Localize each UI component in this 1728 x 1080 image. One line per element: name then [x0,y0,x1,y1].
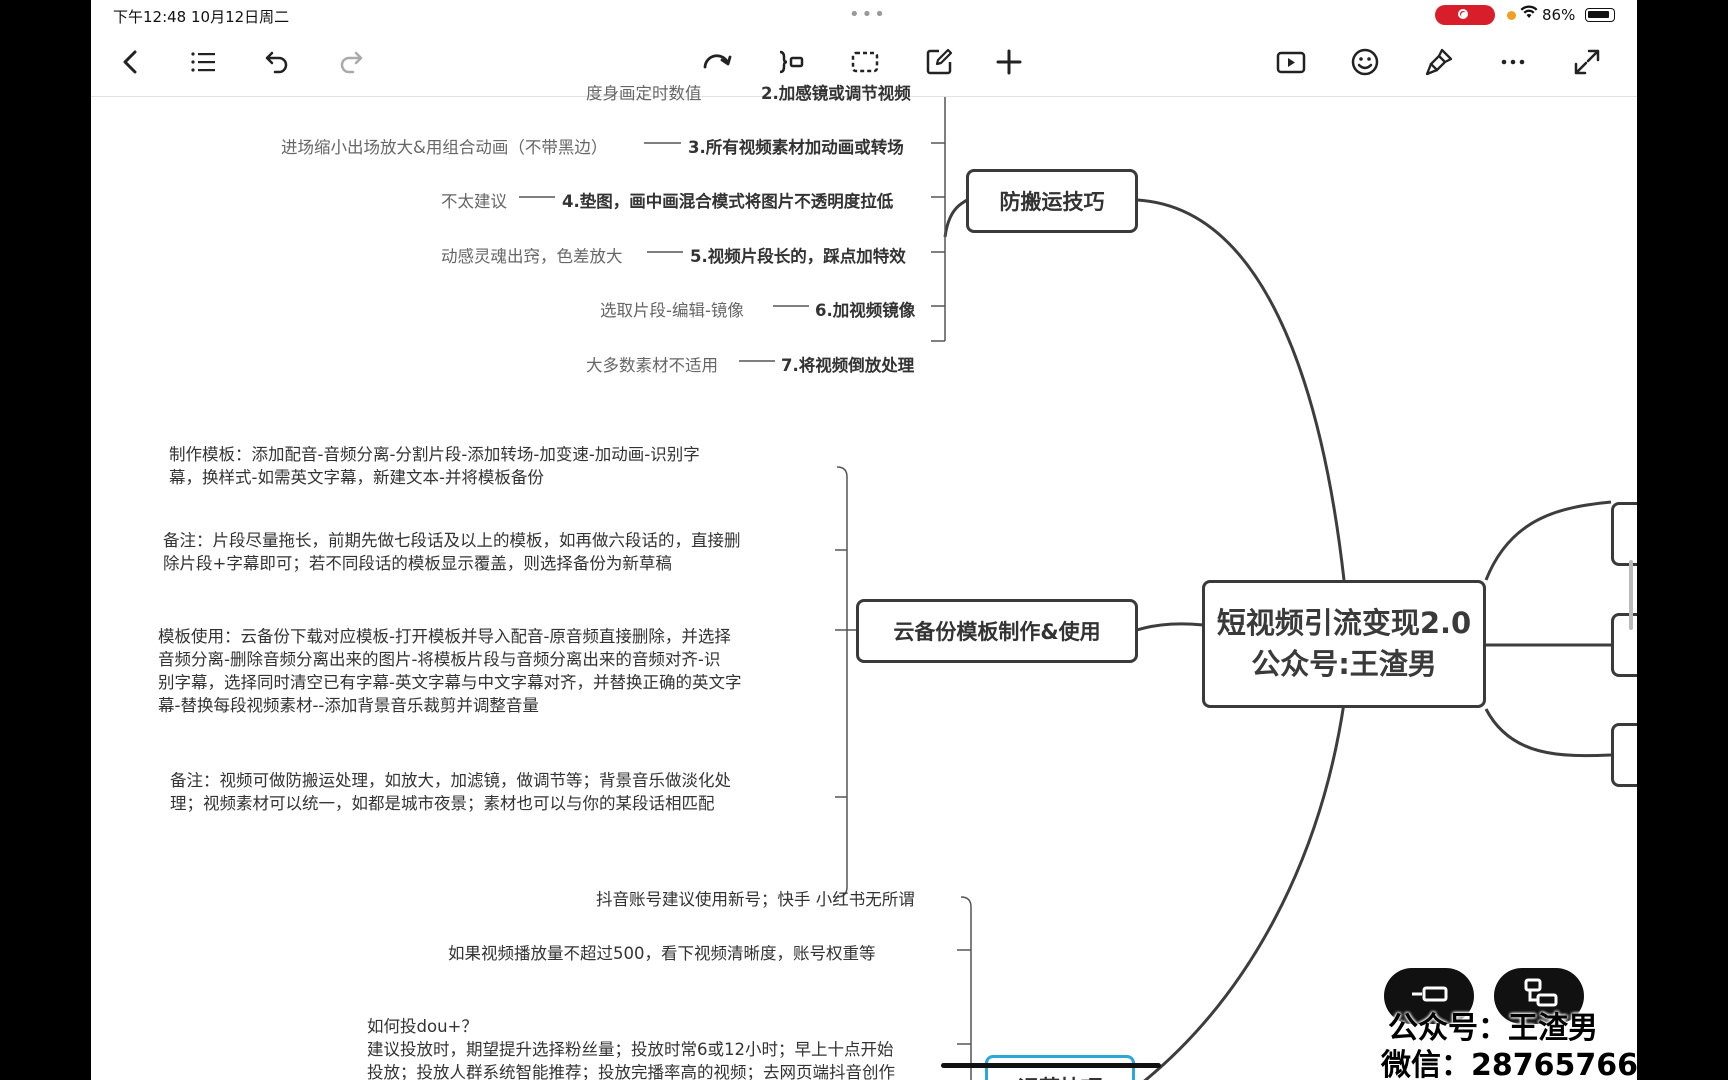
cloud-para-4[interactable]: 备注：视频可做防搬运处理，如放大，加滤镜，做调节等；背景音乐做淡化处 理；视频素… [170,769,731,815]
root-node[interactable]: 短视频引流变现2.0 公众号:王渣男 [1202,580,1486,708]
anti-item-2[interactable]: 2.加感镜或调节视频 [761,80,911,104]
cloud-para-3[interactable]: 模板使用：云备份下载对应模板-打开模板并导入配音-原音频直接删除，并选择 音频分… [158,625,741,717]
cloud-para-4-line: 备注：视频可做防搬运处理，如放大，加滤镜，做调节等；背景音乐做淡化处 [170,771,731,790]
status-time: 下午12:48 10月12日周二 [113,8,290,26]
boundary-select-icon[interactable] [847,44,883,80]
battery-icon [1585,8,1615,22]
cloud-para-2-line: 除片段+字幕即可；若不同段话的模板显示覆盖，则选择备份为新草稿 [163,554,672,573]
ops-item-1[interactable]: 抖音账号建议使用新号；快手 小红书无所谓 [596,886,915,910]
cloud-para-3-line: 别字幕，选择同时清空已有字幕-英文字幕与中文字幕对齐，并替换正确的英文字 [158,673,742,692]
format-brush-icon[interactable] [1421,44,1457,80]
fullscreen-icon[interactable] [1569,44,1605,80]
vertical-scrollbar[interactable] [1629,560,1633,630]
cloud-para-4-line: 理；视频素材可以统一，如都是城市夜景；素材也可以与你的某段话相匹配 [170,794,715,813]
privacy-indicator-icon [1507,11,1516,20]
right-branch-node[interactable] [1611,613,1637,677]
relationship-arrow-icon[interactable] [699,44,735,80]
more-icon[interactable] [1495,44,1531,80]
ops-para-line: 如何投dou+？ [367,1017,478,1036]
summary-bracket-icon[interactable] [773,44,809,80]
back-icon[interactable] [113,44,149,80]
anti-item-7[interactable]: 7.将视频倒放处理 [781,352,914,376]
cloud-para-3-line: 模板使用：云备份下载对应模板-打开模板并导入配音-原音频直接删除，并选择 [158,627,731,646]
root-subtitle: 公众号:王渣男 [1251,647,1437,681]
add-icon[interactable] [991,44,1027,80]
ops-item-2[interactable]: 如果视频播放量不超过500，看下视频清晰度，账号权重等 [448,940,876,964]
watermark-wechat: 微信：28765766 [1381,1048,1637,1080]
cloud-para-3-line: 音频分离-删除音频分离出来的图片-将模板片段与音频分离出来的音频对齐-识 [158,650,721,669]
anti-note-7: 大多数素材不适用 [586,356,718,375]
undo-icon[interactable] [259,44,295,80]
home-indicator[interactable] [941,1063,1161,1068]
ops-para-dou[interactable]: 如何投dou+？ 建议投放时，期望提升选择粉丝量；投放时常6或12小时；早上十点… [367,1015,895,1080]
root-title: 短视频引流变现2.0 [1216,606,1472,640]
branch-node-anti-repost[interactable]: 防搬运技巧 [966,169,1138,233]
cloud-para-3-line: 幕-替换每段视频素材--添加背景音乐裁剪并调整音量 [158,696,539,715]
sticker-emoji-icon[interactable] [1347,44,1383,80]
right-branch-node[interactable] [1611,502,1637,566]
anti-note-5: 动感灵魂出窍，色差放大 [441,247,623,266]
edit-note-icon[interactable] [921,44,957,80]
multitasking-dots-icon[interactable]: ••• [849,4,887,25]
cloud-para-2-line: 备注：片段尽量拖长，前期先做七段话及以上的模板，如再做六段话的，直接删 [163,531,741,550]
cloud-para-1-line: 幕，换样式-如需英文字幕，新建文本-并将模板备份 [169,468,544,487]
anti-note-2: 度身画定时数值 [586,84,702,103]
screen-recording-icon [1435,5,1495,25]
cloud-para-1-line: 制作模板：添加配音-音频分离-分割片段-添加转场-加变速-加动画-识别字 [169,445,700,464]
present-play-icon[interactable] [1273,44,1309,80]
redo-icon[interactable] [333,44,369,80]
anti-item-5[interactable]: 5.视频片段长的，踩点加特效 [690,243,906,267]
anti-note-3: 进场缩小出场放大&用组合动画（不带黑边） [281,138,608,157]
battery-percent: 86% [1542,6,1576,24]
anti-item-6[interactable]: 6.加视频镜像 [815,297,915,321]
anti-item-3[interactable]: 3.所有视频素材加动画或转场 [688,134,904,158]
ops-para-line: 建议投放时，期望提升选择粉丝量；投放时常6或12小时；早上十点开始 [367,1040,894,1059]
branch-node-cloud-template[interactable]: 云备份模板制作&使用 [856,599,1138,663]
status-bar: 下午12:48 10月12日周二 ••• 86% [91,0,1637,30]
ops-para-line: 投放；投放人群系统智能推荐；投放完播率高的视频；去网页端抖音创作 [367,1063,895,1080]
anti-note-4: 不太建议 [441,192,507,211]
right-branch-node[interactable] [1611,723,1637,787]
anti-note-6: 选取片段-编辑-镜像 [600,301,744,320]
cloud-para-2[interactable]: 备注：片段尽量拖长，前期先做七段话及以上的模板，如再做六段话的，直接删 除片段+… [163,529,741,575]
wifi-icon [1520,5,1538,23]
outline-list-icon[interactable] [185,44,221,80]
cloud-para-1[interactable]: 制作模板：添加配音-音频分离-分割片段-添加转场-加变速-加动画-识别字 幕，换… [169,443,700,489]
mindmap-canvas[interactable]: 短视频引流变现2.0 公众号:王渣男 防搬运技巧 云备份模板制作&使用 运营技巧… [91,84,1637,1080]
app-screen: 下午12:48 10月12日周二 ••• 86% 短视频引流变现2.0 公众号:… [91,0,1637,1080]
anti-item-4[interactable]: 4.垫图，画中画混合模式将图片不透明度拉低 [562,188,893,212]
